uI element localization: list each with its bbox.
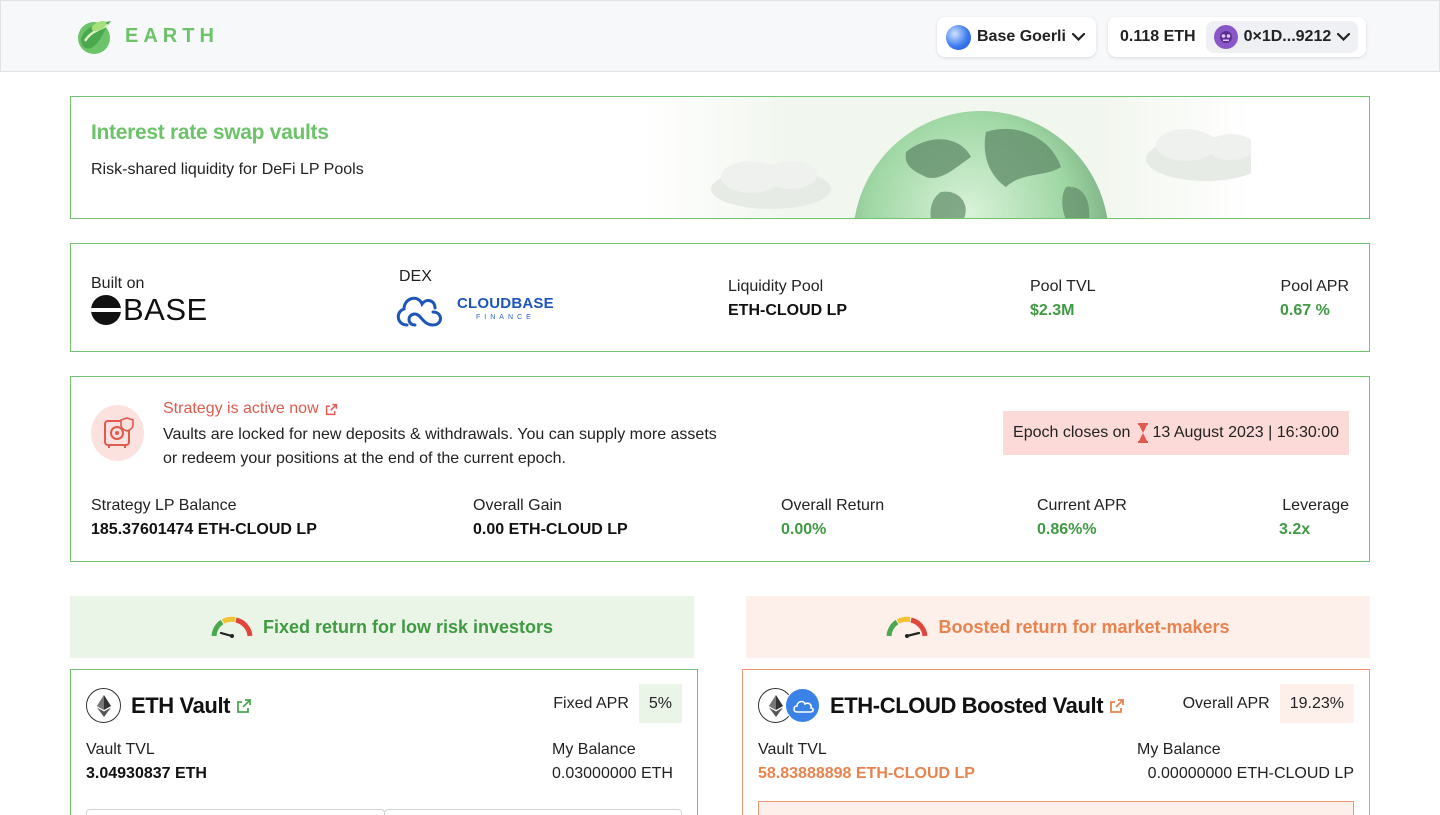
stat-label: Overall Return	[781, 497, 885, 514]
wallet-balance: 0.118 ETH	[1120, 28, 1196, 45]
epoch-date: 13 August 2023 | 16:30:00	[1152, 424, 1339, 441]
withdraw-tab[interactable]	[384, 809, 682, 815]
stat-value: 3.2x	[1279, 521, 1311, 538]
apr-value: 19.23%	[1279, 684, 1354, 723]
stat-value: 0.00 ETH-CLOUD LP	[473, 521, 628, 538]
pool-info-panel: Built on BASE DEX CLOUDBASE FINANCE Liqu…	[70, 243, 1370, 352]
vault-name: ETH-CLOUD Boosted Vault	[830, 692, 1104, 718]
boosted-action-area[interactable]	[758, 801, 1354, 815]
logo-text: EARTH	[125, 24, 219, 47]
hourglass-icon	[1138, 423, 1149, 443]
apr-value: 5%	[638, 684, 682, 723]
vault-title: ETH Vault	[86, 688, 252, 723]
low-risk-tag-label: Fixed return for low risk investors	[262, 616, 554, 637]
stat-label: Strategy LP Balance	[91, 497, 237, 514]
external-link-icon	[325, 403, 337, 415]
built-on-label: Built on	[91, 275, 145, 292]
liquidity-pool-value: ETH-CLOUD LP	[728, 302, 848, 319]
epoch-prefix: Epoch closes on	[1013, 424, 1131, 441]
stat-value: 0.86%%	[1037, 521, 1097, 538]
stat-label: Overall Gain	[473, 497, 562, 514]
strategy-panel: Strategy is active now Vaults are locked…	[70, 376, 1370, 562]
cloudbase-mark	[396, 296, 442, 327]
strategy-status-link[interactable]: Strategy is active now	[163, 400, 338, 418]
stat-value: 0.00%	[781, 521, 827, 538]
strategy-description: Vaults are locked for new deposits & wit…	[163, 426, 717, 467]
gauge-icon	[211, 616, 253, 638]
cloudbase-sub: FINANCE	[476, 314, 535, 321]
my-balance-label: My Balance	[1137, 741, 1221, 758]
stat-value: 185.37601474 ETH-CLOUD LP	[91, 521, 317, 538]
page-title: Interest rate swap vaults	[91, 121, 329, 144]
cloudbase-logo-icon: CLOUDBASE FINANCE	[393, 288, 554, 328]
stat-label: Current APR	[1037, 497, 1127, 514]
apr-label: Overall APR	[1182, 694, 1270, 712]
pool-apr-value: 0.67 %	[1280, 302, 1330, 319]
chevron-down-icon	[1337, 33, 1351, 41]
app-logo[interactable]: EARTH	[75, 17, 219, 55]
vault-tvl-label: Vault TVL	[758, 741, 827, 758]
liquidity-pool-label: Liquidity Pool	[728, 278, 824, 295]
apr-label: Fixed APR	[553, 694, 629, 712]
network-icon	[946, 24, 971, 50]
globe-illustration	[641, 97, 1251, 218]
base-wordmark: BASE	[123, 292, 208, 327]
overall-apr: Overall APR 19.23%	[1183, 684, 1354, 723]
chevron-down-icon	[1071, 33, 1085, 41]
deposit-tab[interactable]	[86, 809, 385, 815]
vault-name: ETH Vault	[131, 692, 231, 718]
eth-vault-card: ETH Vault Fixed APR 5% Vault TVL 3.04930…	[70, 669, 698, 815]
epoch-badge: Epoch closes on 13 August 2023 | 16:30:0…	[1003, 411, 1349, 455]
my-balance-value: 0.00000000 ETH-CLOUD LP	[1147, 765, 1354, 782]
gauge-icon	[886, 616, 928, 638]
wallet-widget: 0.118 ETH 0×1D...9212	[1108, 17, 1366, 57]
my-balance-value: 0.03000000 ETH	[552, 765, 673, 782]
boosted-vault-card: ETH-CLOUD Boosted Vault Overall APR 19.2…	[742, 669, 1370, 815]
top-bar: EARTH Base Goerli 0.118 ETH 0×1D...9212	[0, 0, 1440, 72]
avatar-icon	[1213, 25, 1238, 49]
pool-tvl-label: Pool TVL	[1030, 278, 1096, 295]
high-risk-tag: Boosted return for market-makers	[746, 596, 1370, 658]
strategy-status: Strategy is active now	[163, 400, 319, 417]
eth-coin-icon	[86, 688, 121, 723]
cloud-coin-icon	[785, 688, 820, 723]
vault-tvl-value: 58.83888898 ETH-CLOUD LP	[758, 765, 975, 782]
safe-icon	[91, 405, 144, 461]
external-link-icon[interactable]	[1109, 698, 1125, 714]
earth-logo-icon	[78, 21, 111, 54]
my-balance-label: My Balance	[552, 741, 636, 758]
page-subtitle: Risk-shared liquidity for DeFi LP Pools	[91, 161, 364, 178]
vault-title: ETH-CLOUD Boosted Vault	[758, 688, 1125, 723]
low-risk-tag: Fixed return for low risk investors	[70, 596, 694, 658]
stat-label: Leverage	[1282, 497, 1349, 514]
external-link-icon[interactable]	[236, 698, 252, 714]
network-selector[interactable]: Base Goerli	[937, 17, 1096, 57]
high-risk-tag-label: Boosted return for market-makers	[938, 616, 1230, 637]
pool-apr-label: Pool APR	[1280, 278, 1349, 295]
account-button[interactable]: 0×1D...9212	[1205, 21, 1359, 53]
fixed-apr: Fixed APR 5%	[553, 684, 682, 723]
vault-tvl-label: Vault TVL	[86, 741, 155, 758]
cloudbase-name: CLOUDBASE	[457, 295, 554, 312]
hero-banner: Interest rate swap vaults Risk-shared li…	[70, 96, 1370, 219]
pool-tvl-value: $2.3M	[1030, 302, 1075, 319]
base-mark	[91, 295, 121, 325]
vault-tvl-value: 3.04930837 ETH	[86, 765, 207, 782]
network-label: Base Goerli	[977, 28, 1066, 45]
base-logo-icon: BASE	[91, 292, 208, 327]
account-address: 0×1D...9212	[1243, 28, 1332, 45]
dex-label: DEX	[399, 268, 432, 285]
